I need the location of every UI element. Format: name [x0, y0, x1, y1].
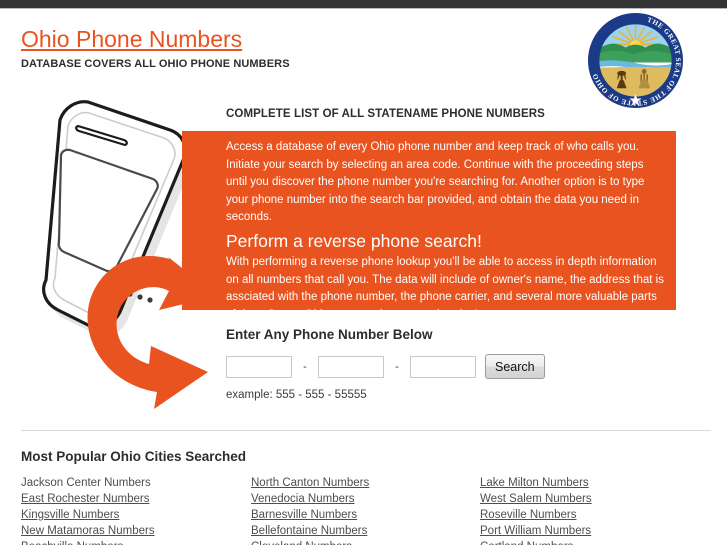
separator-2: - — [395, 360, 399, 373]
cities-column-2: North Canton Numbers Venedocia Numbers Bar… — [251, 475, 476, 545]
browser-top-bar — [0, 0, 727, 9]
city-link[interactable]: Bellefontaine Numbers — [251, 523, 476, 539]
city-link[interactable]: North Canton Numbers — [251, 475, 476, 491]
example-format-text: example: 555 - 555 - 55555 — [226, 389, 367, 401]
page-root: Ohio Phone Numbers DATABASE COVERS ALL O… — [0, 0, 727, 545]
city-link[interactable]: Venedocia Numbers — [251, 491, 476, 507]
ohio-state-seal-icon: THE GREAT SEAL OF THE STATE OF OHIO — [586, 11, 685, 110]
section-divider — [21, 430, 711, 431]
search-form-heading: Enter Any Phone Number Below — [226, 327, 433, 342]
cities-column-3: Lake Milton Numbers West Salem Numbers Ros… — [480, 475, 705, 545]
city-link[interactable]: Cortland Numbers — [480, 539, 705, 545]
prefix-input[interactable] — [318, 355, 384, 378]
separator-1: - — [303, 360, 307, 373]
main-heading: COMPLETE LIST OF ALL STATENAME PHONE NUM… — [226, 108, 545, 120]
promo-paragraph-2: With performing a reverse phone lookup y… — [226, 255, 664, 321]
cities-section-heading: Most Popular Ohio Cities Searched — [21, 449, 247, 464]
search-button[interactable]: Search — [485, 354, 545, 379]
line-number-input[interactable] — [410, 355, 476, 378]
city-link[interactable]: Beachville Numbers — [21, 539, 246, 545]
promo-subheading: Perform a reverse phone search! — [226, 230, 482, 251]
city-link[interactable]: Lake Milton Numbers — [480, 475, 705, 491]
site-tagline: DATABASE COVERS ALL OHIO PHONE NUMBERS — [21, 58, 290, 70]
city-link[interactable]: Roseville Numbers — [480, 507, 705, 523]
city-link[interactable]: Port William Numbers — [480, 523, 705, 539]
phone-search-form: - - Search — [226, 354, 545, 379]
city-link[interactable]: Jackson Center Numbers — [21, 475, 246, 491]
page-title[interactable]: Ohio Phone Numbers — [21, 26, 242, 52]
city-link[interactable]: Barnesville Numbers — [251, 507, 476, 523]
city-link[interactable]: East Rochester Numbers — [21, 491, 246, 507]
promo-text: Access a database of every Ohio phone nu… — [226, 139, 666, 324]
city-link[interactable]: West Salem Numbers — [480, 491, 705, 507]
promo-paragraph-1: Access a database of every Ohio phone nu… — [226, 141, 645, 224]
city-link[interactable]: Cleveland Numbers — [251, 539, 476, 545]
cities-column-1: Jackson Center Numbers East Rochester Num… — [21, 475, 246, 545]
city-link[interactable]: Kingsville Numbers — [21, 507, 246, 523]
area-code-input[interactable] — [226, 355, 292, 378]
city-link[interactable]: New Matamoras Numbers — [21, 523, 246, 539]
